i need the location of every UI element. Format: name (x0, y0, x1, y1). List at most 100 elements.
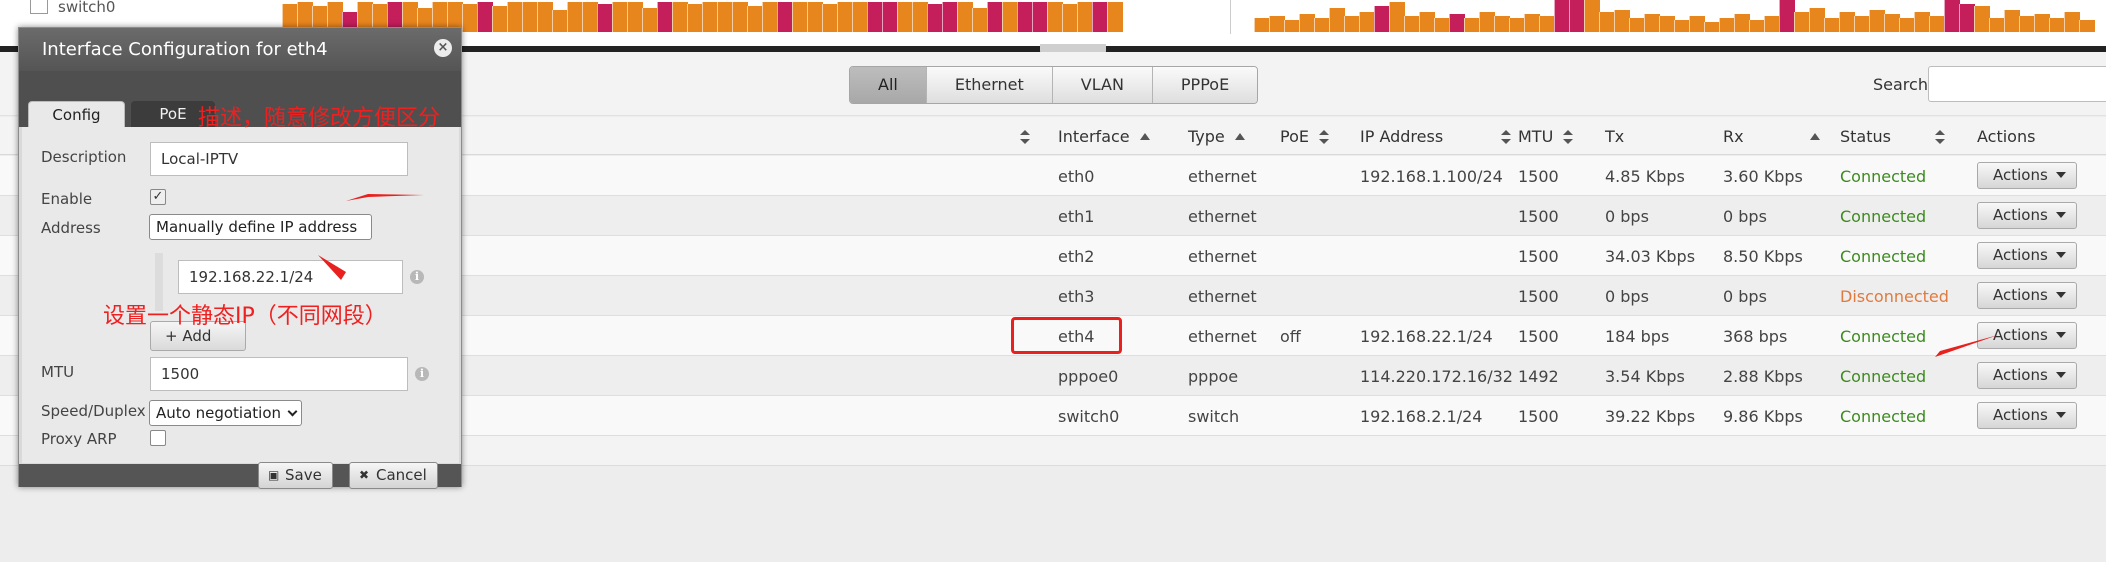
actions-button-label: Actions (1993, 366, 2048, 384)
cell-tx: 3.54 Kbps (1605, 367, 1685, 386)
close-icon[interactable]: × (434, 39, 452, 57)
cell-status: Connected (1840, 167, 1927, 186)
blank-column-header[interactable] (1010, 127, 1030, 146)
traffic-bar (1614, 10, 1630, 32)
sort-icon (1934, 130, 1945, 144)
cancel-button[interactable]: ✖ Cancel (349, 462, 438, 489)
dialog-footer: ▣ Save ✖ Cancel (19, 462, 461, 489)
ip-annotation: 设置一个静态IP（不同网段） (103, 304, 387, 329)
cell-rx: 0 bps (1723, 287, 1767, 306)
traffic-bar (1389, 2, 1405, 32)
column-header-tx[interactable]: Tx (1605, 127, 1624, 146)
column-header-mtu[interactable]: MTU (1518, 127, 1574, 146)
caret-down-icon (2055, 372, 2066, 378)
traffic-bar (1569, 0, 1585, 32)
traffic-bar (822, 4, 838, 32)
search-input[interactable] (1928, 66, 2106, 102)
traffic-bar (852, 2, 868, 32)
actions-dropdown-button[interactable]: Actions (1977, 402, 2077, 429)
info-icon[interactable]: i (415, 367, 429, 381)
actions-button-label: Actions (1993, 166, 2048, 184)
actions-dropdown-button[interactable]: Actions (1977, 282, 2077, 309)
actions-button-label: Actions (1993, 286, 2048, 304)
column-header-interface-label: Interface (1058, 127, 1130, 146)
eth4-highlight-annotation (1011, 317, 1122, 354)
actions-dropdown-button[interactable]: Actions (1977, 242, 2077, 269)
traffic-bar (567, 2, 583, 32)
cell-status: Connected (1840, 327, 1927, 346)
traffic-bar (2064, 12, 2080, 32)
traffic-bar (747, 6, 763, 32)
traffic-bar (1629, 18, 1645, 32)
actions-dropdown-button[interactable]: Actions (1977, 322, 2077, 349)
traffic-bar (1929, 16, 1945, 32)
traffic-bar (687, 4, 703, 32)
filter-all-button[interactable]: All (850, 67, 927, 103)
cell-type: switch (1188, 407, 1240, 426)
address-label: Address (41, 219, 101, 237)
traffic-bar (1644, 14, 1660, 32)
graph-divider (1230, 0, 1231, 34)
cell-mtu: 1500 (1518, 207, 1559, 226)
traffic-bar (717, 2, 733, 32)
traffic-bar (1794, 12, 1810, 32)
traffic-bar (1269, 16, 1285, 32)
cell-rx: 9.86 Kbps (1723, 407, 1803, 426)
actions-button-label: Actions (1993, 206, 2048, 224)
traffic-bar (1689, 16, 1705, 32)
info-icon[interactable]: i (410, 270, 424, 284)
column-header-ip-address[interactable]: IP Address (1360, 127, 1512, 146)
address-mode-select[interactable]: Manually define IP address (149, 214, 372, 240)
column-header-interface[interactable]: Interface (1058, 127, 1150, 146)
traffic-bar (702, 2, 718, 32)
filter-ethernet-button[interactable]: Ethernet (926, 67, 1053, 103)
column-header-type[interactable]: Type (1188, 127, 1245, 146)
speed-duplex-label: Speed/Duplex (41, 402, 146, 420)
ip-address-field[interactable]: 192.168.22.1/24 (178, 260, 403, 294)
filter-pppoe-button[interactable]: PPPoE (1152, 67, 1258, 103)
traffic-bar (792, 2, 808, 32)
cell-tx: 0 bps (1605, 207, 1649, 226)
traffic-bar (1449, 14, 1465, 32)
dialog-title[interactable]: Interface Configuration for eth4 (19, 28, 461, 71)
traffic-bar (1107, 2, 1123, 32)
graph-legend: switch0 (30, 0, 115, 16)
description-label: Description (41, 148, 127, 166)
actions-dropdown-button[interactable]: Actions (1977, 362, 2077, 389)
traffic-bar (1554, 0, 1570, 32)
cell-type: ethernet (1188, 207, 1257, 226)
cell-type: pppoe (1188, 367, 1239, 386)
cell-type: ethernet (1188, 287, 1257, 306)
traffic-bar (957, 2, 973, 32)
legend-checkbox[interactable] (30, 0, 48, 14)
traffic-bar (867, 2, 883, 32)
traffic-bar (1032, 2, 1048, 32)
cell-rx: 2.88 Kbps (1723, 367, 1803, 386)
cell-rx: 0 bps (1723, 207, 1767, 226)
sort-asc-icon (1809, 133, 1820, 140)
cancel-button-label: Cancel (376, 466, 427, 484)
mtu-field[interactable]: 1500 (150, 357, 408, 391)
traffic-bar (897, 2, 913, 32)
filter-vlan-button[interactable]: VLAN (1052, 67, 1153, 103)
enable-checkbox[interactable]: ✓ (150, 189, 166, 205)
column-header-rx[interactable]: Rx (1723, 127, 1820, 146)
traffic-bar (1017, 2, 1033, 32)
description-field[interactable]: Local-IPTV (150, 142, 408, 176)
tab-config[interactable]: Config (28, 101, 125, 128)
column-header-poe[interactable]: PoE (1280, 127, 1329, 146)
actions-dropdown-button[interactable]: Actions (1977, 202, 2077, 229)
proxy-arp-checkbox[interactable] (150, 430, 166, 446)
column-header-rx-label: Rx (1723, 127, 1744, 146)
traffic-bar (672, 2, 688, 32)
traffic-bar (1374, 6, 1390, 32)
traffic-bar (1704, 22, 1720, 32)
speed-duplex-select[interactable]: Auto negotiation (149, 400, 302, 426)
column-header-status[interactable]: Status (1840, 127, 1945, 146)
sort-asc-icon (1234, 133, 1245, 140)
cell-tx: 184 bps (1605, 327, 1670, 346)
traffic-bar (507, 2, 523, 32)
actions-dropdown-button[interactable]: Actions (1977, 162, 2077, 189)
save-button[interactable]: ▣ Save (258, 462, 333, 489)
caret-down-icon (2055, 412, 2066, 418)
